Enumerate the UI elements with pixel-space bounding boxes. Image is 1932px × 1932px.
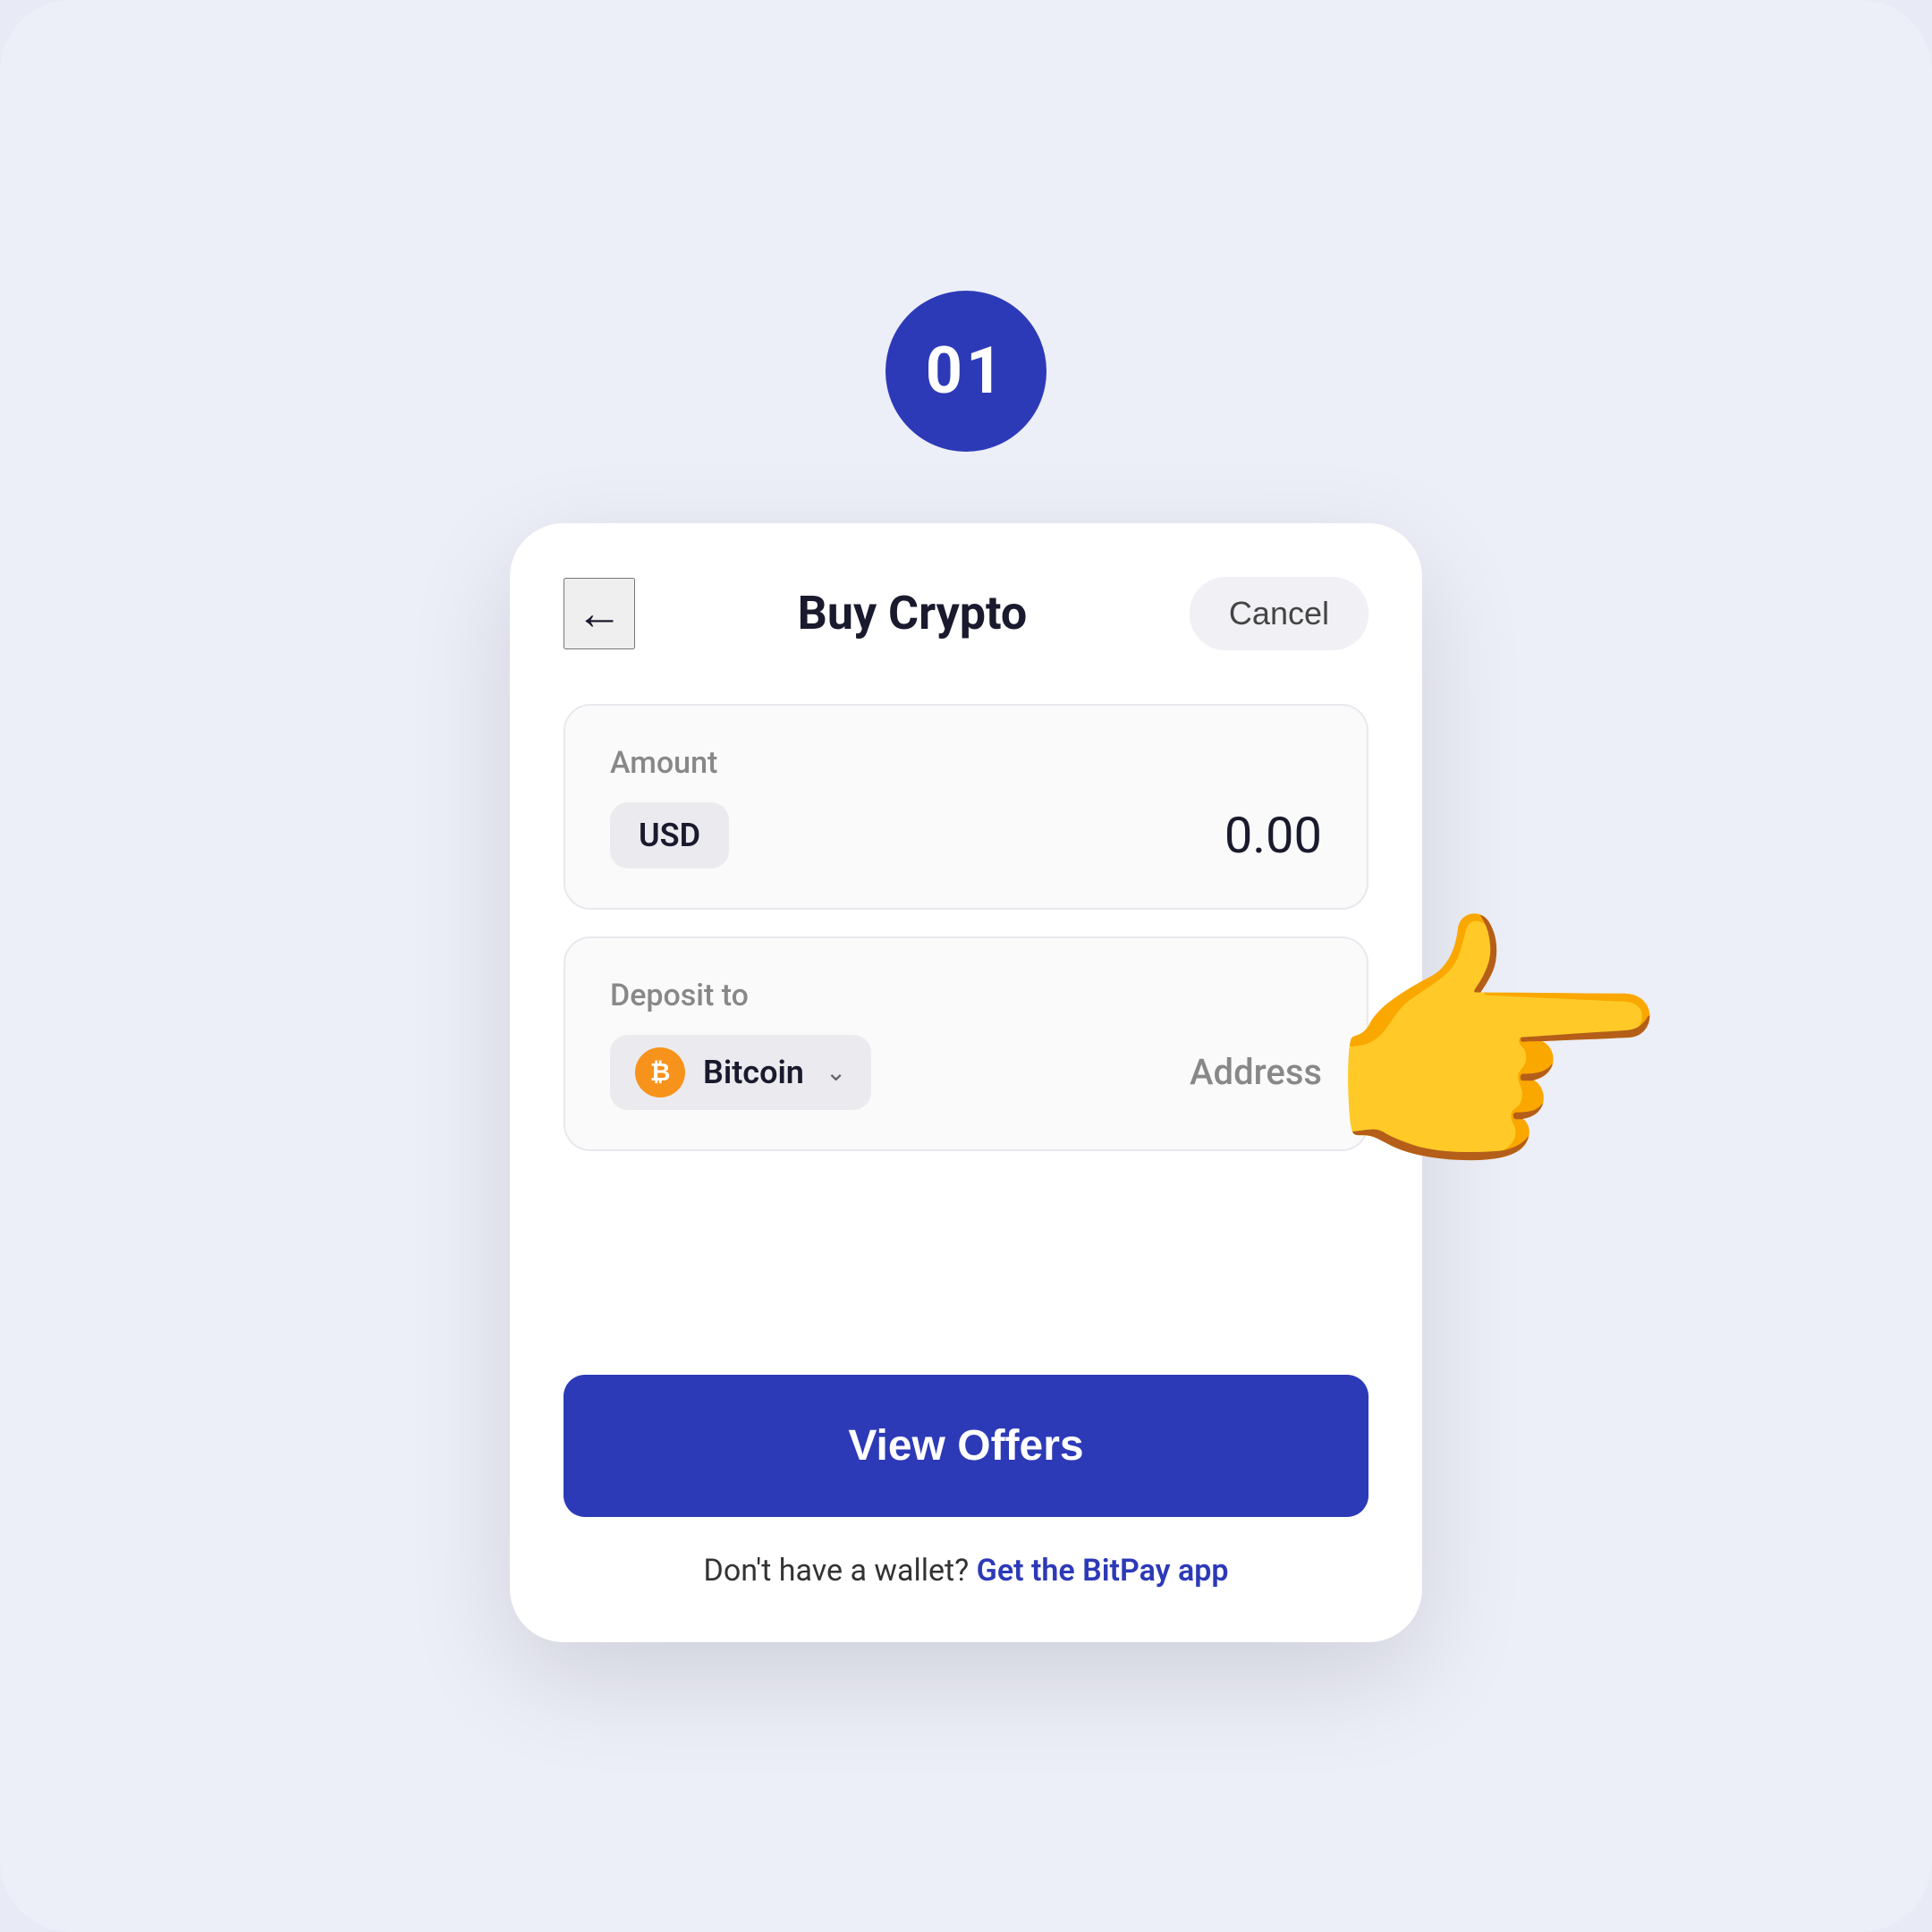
- phone-card: ← Buy Crypto Cancel Amount USD 0.00 Depo: [510, 523, 1422, 1642]
- deposit-card: Deposit to ₿ Bitcoin ⌄ Address: [564, 936, 1368, 1151]
- back-button[interactable]: ←: [564, 578, 635, 649]
- address-label[interactable]: Address: [1190, 1051, 1322, 1093]
- deposit-row: ₿ Bitcoin ⌄ Address: [610, 1035, 1322, 1110]
- currency-selector[interactable]: USD: [610, 802, 729, 869]
- footer: View Offers Don't have a wallet? Get the…: [510, 1375, 1422, 1589]
- back-arrow-icon: ←: [576, 587, 623, 640]
- amount-value[interactable]: 0.00: [1224, 806, 1322, 865]
- phone-container: ← Buy Crypto Cancel Amount USD 0.00 Depo: [510, 523, 1422, 1642]
- amount-label: Amount: [610, 745, 1322, 781]
- crypto-name: Bitcoin: [703, 1054, 804, 1091]
- wallet-prompt-text: Don't have a wallet? Get the BitPay app: [704, 1553, 1229, 1589]
- step-number: 01: [926, 333, 1007, 409]
- crypto-selector[interactable]: ₿ Bitcoin ⌄: [610, 1035, 871, 1110]
- page-title: Buy Crypto: [798, 586, 1028, 640]
- amount-card: Amount USD 0.00: [564, 704, 1368, 910]
- cancel-button[interactable]: Cancel: [1190, 577, 1368, 650]
- chevron-down-icon: ⌄: [826, 1057, 846, 1087]
- amount-row: USD 0.00: [610, 802, 1322, 869]
- content-spacer: [510, 1196, 1422, 1375]
- bitcoin-icon: ₿: [635, 1047, 685, 1097]
- step-badge: 01: [886, 291, 1046, 452]
- get-bitpay-link[interactable]: Get the BitPay app: [977, 1553, 1229, 1589]
- wallet-prompt-static: Don't have a wallet?: [704, 1553, 970, 1589]
- deposit-label: Deposit to: [610, 978, 1322, 1013]
- page-wrapper: 01 ← Buy Crypto Cancel Amount USD 0.00: [0, 0, 1932, 1932]
- content-area: Amount USD 0.00 Deposit to ₿ Bit: [510, 686, 1422, 1196]
- header: ← Buy Crypto Cancel: [510, 523, 1422, 686]
- view-offers-button[interactable]: View Offers: [564, 1375, 1368, 1517]
